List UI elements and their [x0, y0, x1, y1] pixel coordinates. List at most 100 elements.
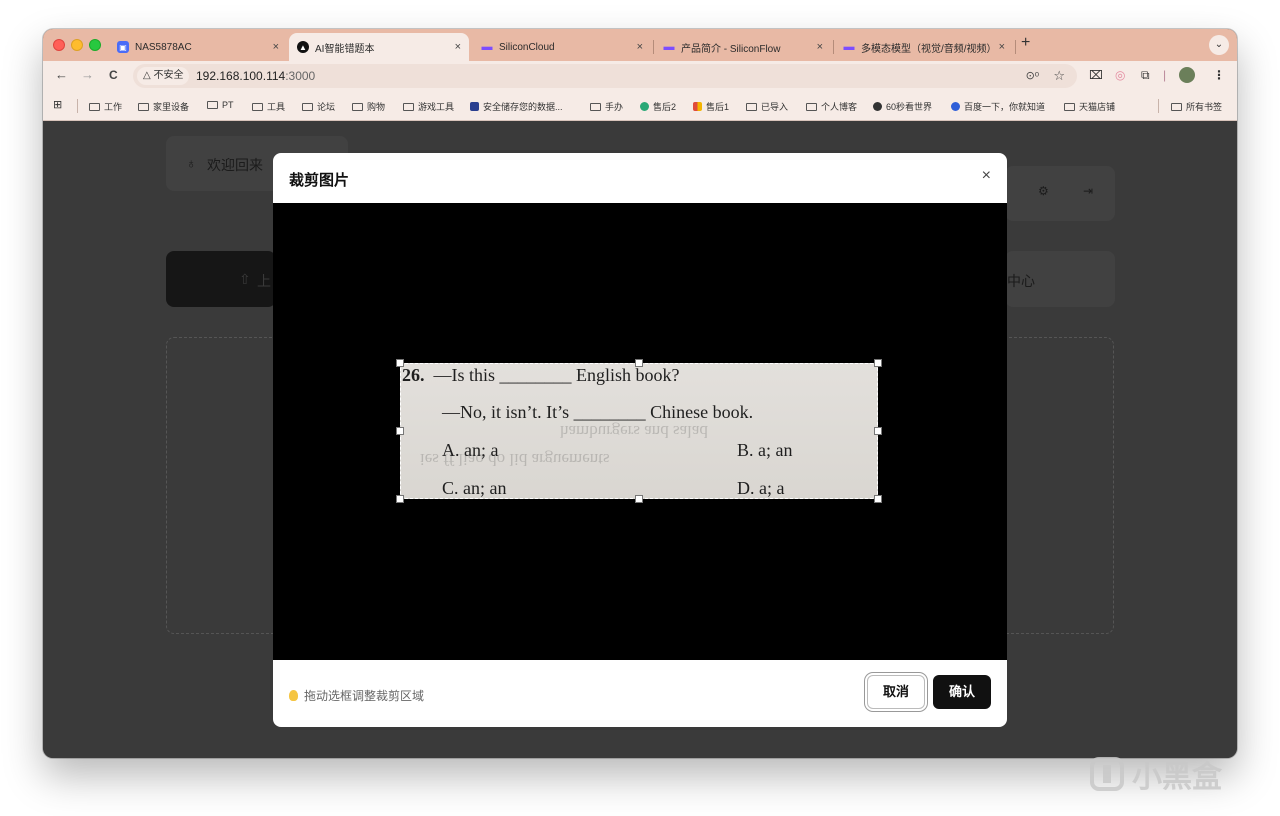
- url-host: 192.168.100.114: [196, 69, 286, 83]
- bookmark-star-icon[interactable]: ☆: [1053, 68, 1065, 84]
- back-icon[interactable]: ←: [55, 67, 68, 82]
- bookmark-label: 手办: [605, 102, 624, 112]
- bookmark-separator: [1158, 99, 1159, 113]
- bookmark-separator: [77, 99, 78, 113]
- tab-close-icon[interactable]: ×: [999, 41, 1005, 53]
- tab-close-icon[interactable]: ×: [273, 41, 279, 53]
- bookmark-aftersale-1[interactable]: 售后1: [693, 100, 729, 113]
- bookmark-forum[interactable]: 论坛: [302, 100, 335, 113]
- baidu-paw-icon: [951, 102, 960, 111]
- crop-stage[interactable]: hamburgers and salad ies ff liao do lid …: [273, 203, 1007, 660]
- folder-icon: [89, 102, 100, 111]
- tab-separator: [1015, 40, 1016, 54]
- maximize-window-button[interactable]: [89, 39, 101, 51]
- tab-strip: ▣ NAS5878AC × ▲ AI智能错题本 × ▬ SiliconCloud…: [43, 29, 1237, 61]
- bookmark-work[interactable]: 工作: [89, 100, 122, 113]
- user-icon: ♁: [186, 155, 197, 171]
- crop-handle-bottom-right[interactable]: [874, 495, 882, 503]
- tab-close-icon[interactable]: ×: [637, 41, 643, 53]
- new-tab-button[interactable]: +: [1021, 34, 1030, 52]
- bookmark-label: 工具: [267, 102, 286, 112]
- bookmark-label: 游戏工具: [418, 102, 455, 112]
- apps-grid-icon[interactable]: ⊞: [53, 98, 62, 111]
- bookmark-pt[interactable]: PT: [207, 100, 234, 110]
- bookmark-label: 售后2: [653, 102, 677, 112]
- bookmark-label: 购物: [367, 102, 386, 112]
- bookmark-home-devices[interactable]: 家里设备: [138, 100, 189, 113]
- tab-close-icon[interactable]: ×: [455, 41, 461, 53]
- tab-multimodal[interactable]: ▬ 多模态模型（视觉/音频/视频） ×: [835, 33, 1013, 61]
- crop-handle-top-right[interactable]: [874, 359, 882, 367]
- site-favicon-icon: [640, 102, 649, 111]
- logout-icon[interactable]: ⇥: [1083, 184, 1093, 198]
- close-icon[interactable]: ×: [982, 167, 991, 185]
- tab-search-button[interactable]: ⌄: [1209, 35, 1229, 55]
- crop-selection-box[interactable]: [396, 359, 882, 503]
- close-window-button[interactable]: [53, 39, 65, 51]
- crop-image-dialog: 裁剪图片 × hamburgers and salad ies ff liao …: [273, 153, 1007, 727]
- site-favicon-icon: [693, 102, 702, 111]
- bookmark-tmall-store[interactable]: 天猫店铺: [1064, 100, 1115, 113]
- folder-icon: [302, 102, 313, 111]
- confirm-button[interactable]: 确认: [933, 675, 991, 709]
- extension-pink-icon[interactable]: ◎: [1115, 68, 1125, 82]
- crop-handle-bottom-left[interactable]: [396, 495, 404, 503]
- bookmark-aftersale-2[interactable]: 售后2: [640, 100, 676, 113]
- watermark-text: 小黑盒: [1132, 761, 1222, 794]
- address-bar[interactable]: △ 不安全 192.168.100.114:3000 ⊙ᵒ ☆: [133, 64, 1077, 88]
- tab-ai-mistake-book[interactable]: ▲ AI智能错题本 ×: [289, 33, 469, 61]
- bookmark-imported[interactable]: 已导入: [746, 100, 788, 113]
- bookmark-baidu[interactable]: 百度一下，你就知道: [951, 100, 1045, 113]
- password-key-icon[interactable]: ⊙ᵒ: [1026, 69, 1039, 82]
- crop-hint-text: 拖动选框调整裁剪区域: [304, 689, 425, 703]
- extensions-puzzle-icon[interactable]: ⧉: [1141, 68, 1150, 83]
- url-text: 192.168.100.114:3000: [196, 69, 315, 83]
- bookmark-secure-storage[interactable]: 安全储存您的数据...: [470, 100, 563, 113]
- crop-handle-right[interactable]: [874, 427, 882, 435]
- profile-avatar[interactable]: [1179, 67, 1195, 83]
- minimize-window-button[interactable]: [71, 39, 83, 51]
- url-port: :3000: [285, 69, 316, 83]
- tab-siliconcloud[interactable]: ▬ SiliconCloud ×: [473, 33, 651, 61]
- settings-gear-icon[interactable]: ⚙: [1038, 184, 1049, 198]
- site-favicon-icon: [873, 102, 882, 111]
- security-indicator[interactable]: △ 不安全: [137, 67, 190, 85]
- bookmark-label: 工作: [104, 102, 123, 112]
- browser-menu-icon[interactable]: ⋮: [1213, 68, 1225, 82]
- bookmark-tools[interactable]: 工具: [252, 100, 285, 113]
- tab-nas[interactable]: ▣ NAS5878AC ×: [109, 33, 287, 61]
- bookmark-label: 家里设备: [153, 102, 190, 112]
- folder-icon: [590, 102, 601, 111]
- toolbar-separator: |: [1163, 68, 1167, 82]
- folder-icon: [1171, 102, 1182, 111]
- bookmark-game-tools[interactable]: 游戏工具: [403, 100, 454, 113]
- crop-handle-bottom[interactable]: [635, 495, 643, 503]
- folder-icon: [746, 102, 757, 111]
- bookmark-label: 天猫店铺: [1079, 102, 1116, 112]
- tab-title: SiliconCloud: [499, 41, 555, 53]
- reload-icon[interactable]: C: [109, 68, 118, 82]
- cancel-button[interactable]: 取消: [867, 675, 925, 709]
- bookmark-figures[interactable]: 手办: [590, 100, 623, 113]
- bookmark-blog[interactable]: 个人博客: [806, 100, 857, 113]
- upload-icon: ⇧: [239, 271, 251, 287]
- crop-handle-left[interactable]: [396, 427, 404, 435]
- nas-app-icon: ▣: [117, 41, 129, 53]
- bookmark-shopping[interactable]: 购物: [352, 100, 385, 113]
- tab-siliconflow-product[interactable]: ▬ 产品简介 - SiliconFlow ×: [655, 33, 831, 61]
- siliconflow-icon: ▬: [663, 41, 675, 53]
- forward-icon[interactable]: →: [81, 67, 94, 82]
- crop-hint: 拖动选框调整裁剪区域: [289, 687, 424, 704]
- dialog-title: 裁剪图片: [289, 172, 350, 189]
- crop-handle-top[interactable]: [635, 359, 643, 367]
- upload-tab-label: 上: [257, 273, 271, 289]
- bookmark-60s-world[interactable]: 60秒看世界: [873, 100, 932, 113]
- tab-close-icon[interactable]: ×: [817, 41, 823, 53]
- extension-screenshot-icon[interactable]: ⌧: [1089, 68, 1103, 82]
- folder-icon: [403, 102, 414, 111]
- tab-title: 多模态模型（视觉/音频/视频）: [861, 43, 993, 55]
- bookmark-label: 所有书签: [1186, 102, 1223, 112]
- tab-separator: [653, 40, 654, 54]
- bookmark-all[interactable]: 所有书签: [1171, 100, 1222, 113]
- crop-handle-top-left[interactable]: [396, 359, 404, 367]
